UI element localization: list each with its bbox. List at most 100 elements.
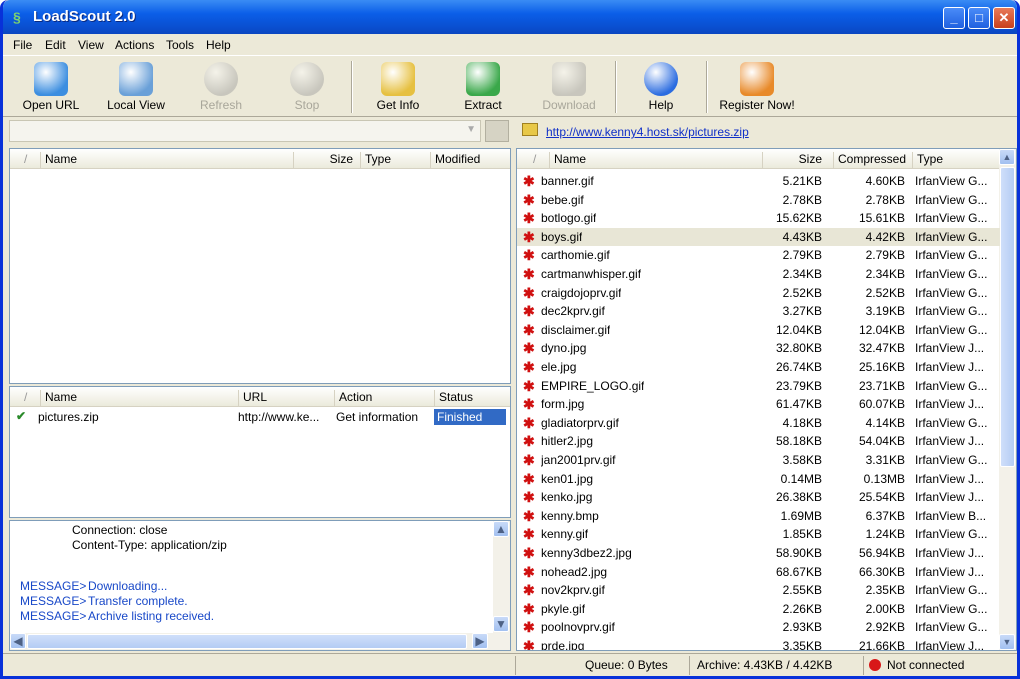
download-button[interactable]: Download: [529, 59, 609, 115]
file-size: 58.90KB: [775, 546, 822, 560]
menu-view[interactable]: View: [78, 38, 104, 52]
archive-file-row[interactable]: ✱ nov2kprv.gif 2.55KB 2.35KB IrfanView G...: [517, 581, 1000, 600]
col-url[interactable]: URL: [238, 390, 267, 406]
menu-file[interactable]: File: [13, 38, 32, 52]
minimize-button[interactable]: _: [943, 7, 965, 29]
register-now-button[interactable]: Register Now!: [712, 59, 802, 115]
archive-file-row[interactable]: ✱ jan2001prv.gif 3.58KB 3.31KB IrfanView G..…: [517, 451, 1000, 470]
menu-actions[interactable]: Actions: [115, 38, 154, 52]
queue-file-status: Finished: [434, 409, 506, 425]
file-compressed: 2.35KB: [865, 583, 905, 598]
archive-file-row[interactable]: ✱ prde.jpg 3.35KB 21.66KB IrfanView J...: [517, 637, 1000, 650]
archive-file-row[interactable]: ✱ craigdojoprv.gif 2.52KB 2.52KB IrfanView G…: [517, 284, 1000, 303]
archive-file-row[interactable]: ✱ EMPIRE_LOGO.gif 23.79KB 23.71KB IrfanView …: [517, 377, 1000, 396]
close-button[interactable]: ✕: [993, 7, 1015, 29]
file-size: 23.79KB: [775, 378, 822, 393]
file-compressed: 25.16KB: [858, 360, 905, 374]
archive-file-row[interactable]: ✱ hitler2.jpg 58.18KB 54.04KB IrfanView J...: [517, 432, 1000, 451]
scroll-down-icon[interactable]: ▼: [999, 634, 1015, 650]
window-title: LoadScout 2.0: [33, 8, 136, 25]
archive-file-row[interactable]: ✱ kenny.bmp 1.69MB 6.37KB IrfanView B...: [517, 507, 1000, 526]
file-name: cartmanwhisper.gif: [541, 267, 642, 281]
file-type: IrfanView G...: [915, 378, 988, 393]
refresh-button[interactable]: Refresh: [181, 59, 261, 115]
archive-file-row[interactable]: ✱ disclaimer.gif 12.04KB 12.04KB IrfanView G…: [517, 321, 1000, 340]
archive-vertical-scrollbar[interactable]: ▲ ▼: [999, 149, 1016, 650]
archive-file-row[interactable]: ✱ nohead2.jpg 68.67KB 66.30KB IrfanView J...: [517, 563, 1000, 582]
col-type[interactable]: Type: [360, 152, 391, 168]
open-url-button[interactable]: Open URL: [11, 59, 91, 115]
scroll-thumb[interactable]: [27, 634, 467, 649]
archive-file-row[interactable]: ✱ dec2kprv.gif 3.27KB 3.19KB IrfanView G...: [517, 302, 1000, 321]
col-name[interactable]: Name: [40, 152, 77, 168]
help-button[interactable]: Help: [621, 59, 701, 115]
scroll-up-icon[interactable]: ▲: [493, 521, 509, 537]
queue-list[interactable]: / Name URL Action Status ✔ pictures.zip …: [9, 386, 511, 518]
refresh-icon: [204, 62, 238, 96]
archive-file-row[interactable]: ✱ pkyle.gif 2.26KB 2.00KB IrfanView G...: [517, 600, 1000, 619]
file-type: IrfanView G...: [915, 267, 988, 281]
col-size[interactable]: Size: [293, 152, 353, 168]
maximize-button[interactable]: □: [968, 7, 990, 29]
col-name[interactable]: Name: [40, 390, 77, 406]
disconnected-icon: [869, 659, 881, 671]
menu-help[interactable]: Help: [206, 38, 231, 52]
archive-file-row[interactable]: ✱ dyno.jpg 32.80KB 32.47KB IrfanView J...: [517, 339, 1000, 358]
image-file-icon: ✱: [523, 229, 535, 244]
queue-row[interactable]: ✔ pictures.zip http://www.ke... Get info…: [10, 408, 510, 427]
toolbar-label: Open URL: [22, 98, 80, 112]
archive-file-row[interactable]: ✱ boys.gif 4.43KB 4.42KB IrfanView G...: [517, 227, 1000, 247]
file-size: 61.47KB: [775, 397, 822, 412]
archive-file-row[interactable]: ✱ kenny3dbez2.jpg 58.90KB 56.94KB IrfanView …: [517, 544, 1000, 563]
local-path-combo[interactable]: ▼: [9, 120, 481, 142]
archive-file-row[interactable]: ✱ banner.gif 5.21KB 4.60KB IrfanView G...: [517, 172, 1000, 191]
log-panel[interactable]: Connection: close Content-Type: applicat…: [9, 520, 511, 651]
archive-file-row[interactable]: ✱ botlogo.gif 15.62KB 15.61KB IrfanView G...: [517, 209, 1000, 228]
local-view-button[interactable]: Local View: [96, 59, 176, 115]
stop-button[interactable]: Stop: [267, 59, 347, 115]
archive-file-row[interactable]: ✱ kenny.gif 1.85KB 1.24KB IrfanView G...: [517, 525, 1000, 544]
archive-file-row[interactable]: ✱ ken01.jpg 0.14MB 0.13MB IrfanView J...: [517, 470, 1000, 489]
col-size[interactable]: Size: [762, 152, 822, 168]
archive-file-row[interactable]: ✱ gladiatorprv.gif 4.18KB 4.14KB IrfanView G…: [517, 414, 1000, 433]
file-type: IrfanView G...: [915, 229, 988, 244]
image-file-icon: ✱: [523, 471, 535, 486]
file-compressed: 0.13MB: [863, 471, 905, 486]
scroll-left-icon[interactable]: ◀: [10, 633, 26, 649]
log-horizontal-scrollbar[interactable]: ◀ ▶: [10, 633, 510, 650]
menu-edit[interactable]: Edit: [45, 38, 66, 52]
file-compressed: 12.04KB: [858, 322, 905, 337]
archive-file-list[interactable]: / Name Size Compressed Type ▲ ▼ ✱ banner.…: [516, 148, 1017, 651]
file-compressed: 4.42KB: [865, 229, 905, 244]
col-type[interactable]: Type: [912, 152, 943, 168]
archive-file-row[interactable]: ✱ kenko.jpg 26.38KB 25.54KB IrfanView J...: [517, 488, 1000, 507]
image-file-icon: ✱: [523, 322, 535, 337]
local-file-list[interactable]: / Name Size Type Modified: [9, 148, 511, 384]
col-modified[interactable]: Modified: [430, 152, 480, 168]
menu-tools[interactable]: Tools: [166, 38, 194, 52]
archive-file-row[interactable]: ✱ form.jpg 61.47KB 60.07KB IrfanView J...: [517, 395, 1000, 414]
scroll-down-icon[interactable]: ▼: [493, 616, 509, 632]
col-compressed[interactable]: Compressed: [833, 152, 906, 168]
scroll-right-icon[interactable]: ▶: [472, 633, 488, 649]
col-action[interactable]: Action: [334, 390, 372, 406]
go-button[interactable]: [485, 120, 509, 142]
archive-file-row[interactable]: ✱ bebe.gif 2.78KB 2.78KB IrfanView G...: [517, 191, 1000, 210]
archive-url-link[interactable]: http://www.kenny4.host.sk/pictures.zip: [546, 125, 749, 139]
toolbar-separator: [351, 61, 353, 113]
chevron-down-icon[interactable]: ▼: [466, 124, 476, 135]
get-info-button[interactable]: Get Info: [358, 59, 438, 115]
archive-file-row[interactable]: ✱ ele.jpg 26.74KB 25.16KB IrfanView J...: [517, 358, 1000, 377]
archive-file-row[interactable]: ✱ poolnovprv.gif 2.93KB 2.92KB IrfanView G..…: [517, 618, 1000, 637]
scroll-thumb[interactable]: [1000, 167, 1015, 467]
archive-file-row[interactable]: ✱ cartmanwhisper.gif 2.34KB 2.34KB IrfanView…: [517, 265, 1000, 284]
archive-file-row[interactable]: ✱ carthomie.gif 2.79KB 2.79KB IrfanView G...: [517, 246, 1000, 265]
col-name[interactable]: Name: [549, 152, 586, 168]
scroll-up-icon[interactable]: ▲: [999, 149, 1015, 165]
title-bar[interactable]: § LoadScout 2.0 _ □ ✕: [3, 0, 1017, 34]
file-type: IrfanView J...: [915, 471, 985, 486]
sort-icon: /: [533, 152, 537, 166]
col-status[interactable]: Status: [434, 390, 473, 406]
log-vertical-scrollbar[interactable]: ▲ ▼: [493, 521, 510, 633]
extract-button[interactable]: Extract: [443, 59, 523, 115]
